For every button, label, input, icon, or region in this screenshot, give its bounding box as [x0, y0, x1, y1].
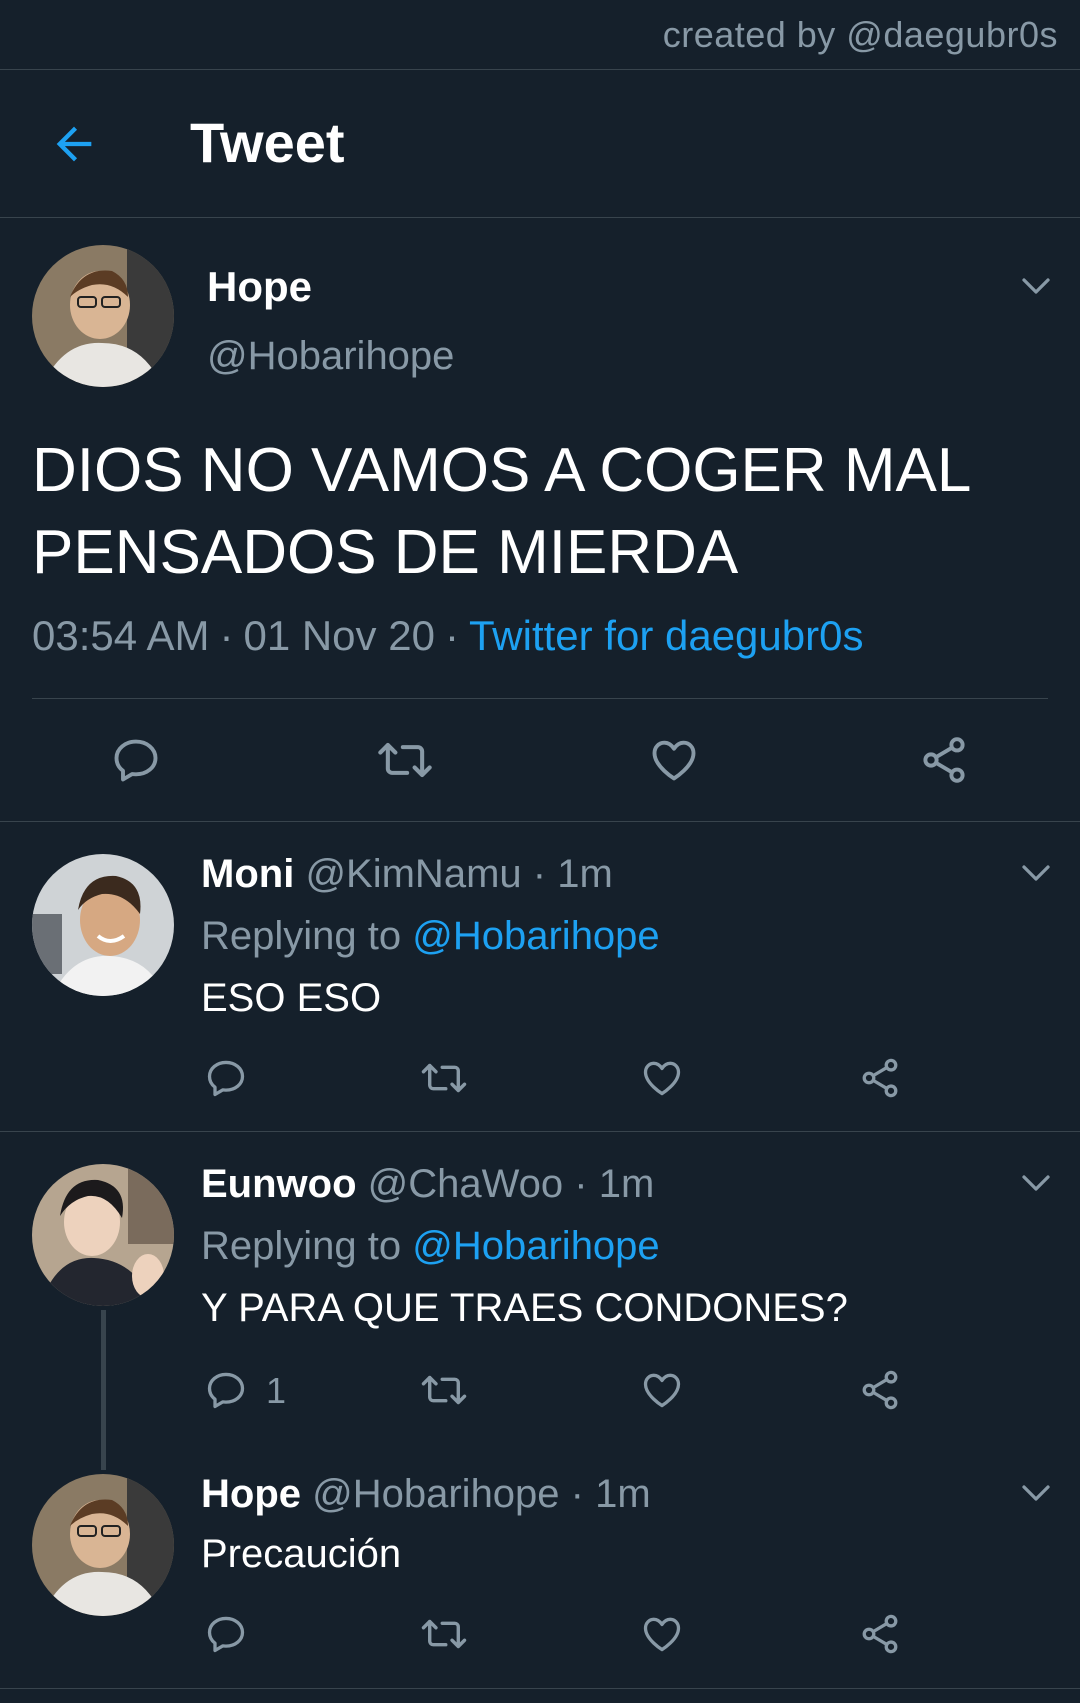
tweet-time: 03:54 AM: [32, 612, 210, 659]
retweet-icon: [378, 742, 432, 778]
chevron-down-icon[interactable]: [1018, 855, 1054, 891]
replying-to-handle[interactable]: @Hobarihope: [412, 1224, 659, 1268]
retweet-button[interactable]: [419, 1056, 469, 1100]
separator: ·: [570, 1472, 584, 1516]
reply-count: 1: [266, 1370, 287, 1411]
reply-author-handle[interactable]: @ChaWoo: [368, 1162, 564, 1206]
retweet-button[interactable]: [419, 1612, 469, 1656]
avatar[interactable]: [32, 245, 174, 387]
reply-button[interactable]: [204, 1368, 248, 1412]
like-button[interactable]: [640, 1368, 684, 1412]
like-icon: [643, 1061, 681, 1096]
retweet-button[interactable]: [419, 1368, 469, 1412]
reply-text: Precaución: [201, 1532, 402, 1576]
share-button[interactable]: [918, 734, 970, 786]
share-button[interactable]: [858, 1056, 902, 1100]
top-divider: [0, 69, 1080, 70]
separator: ·: [574, 1162, 588, 1206]
tweet-meta: 03:54 AM · 01 Nov 20 · Twitter for daegubr0s: [32, 612, 864, 659]
separator: ·: [532, 852, 547, 896]
reply-button[interactable]: [110, 734, 162, 786]
chevron-down-icon[interactable]: [1018, 1165, 1054, 1201]
share-icon: [862, 1614, 898, 1654]
reply-header: Hope @Hobarihope · 1m: [201, 1472, 651, 1517]
share-icon: [923, 737, 965, 783]
like-button[interactable]: [640, 1056, 684, 1100]
reply-author-name[interactable]: Eunwoo: [201, 1162, 357, 1206]
retweet-button[interactable]: [375, 734, 435, 786]
header-divider: [0, 217, 1080, 218]
like-button[interactable]: [648, 734, 700, 786]
share-icon: [862, 1370, 898, 1410]
reply-author-name[interactable]: Hope: [201, 1472, 301, 1516]
reply-icon: [207, 1616, 245, 1653]
reply-header: Moni @KimNamu · 1m: [201, 852, 613, 897]
reply-author-handle[interactable]: @KimNamu: [305, 852, 521, 896]
chevron-down-icon[interactable]: [1018, 268, 1054, 304]
thread-line: [101, 1310, 106, 1470]
like-icon: [643, 1617, 681, 1652]
avatar[interactable]: [32, 1164, 174, 1306]
reply-button[interactable]: [204, 1056, 248, 1100]
avatar[interactable]: [32, 1474, 174, 1616]
reply-button[interactable]: [204, 1612, 248, 1656]
reply-header: Eunwoo @ChaWoo · 1m: [201, 1162, 654, 1207]
tweet-divider: [0, 821, 1080, 822]
reply-text: ESO ESO: [201, 976, 382, 1020]
replying-to-handle[interactable]: @Hobarihope: [412, 914, 659, 958]
chevron-down-icon[interactable]: [1018, 1475, 1054, 1511]
tweet-divider: [0, 1688, 1080, 1689]
share-button[interactable]: [858, 1368, 902, 1412]
author-name[interactable]: Hope: [207, 263, 312, 311]
avatar[interactable]: [32, 854, 174, 996]
reply-icon: [207, 1060, 245, 1097]
retweet-icon: [421, 1063, 467, 1093]
reply-icon: [207, 1372, 245, 1409]
replying-to-label: Replying to: [201, 914, 402, 958]
share-icon: [862, 1058, 898, 1098]
watermark: created by @daegubr0s: [662, 14, 1058, 55]
reply-time: 1m: [595, 1472, 651, 1516]
reply-icon: [114, 739, 158, 782]
back-arrow-icon[interactable]: [48, 118, 100, 170]
like-icon: [643, 1373, 681, 1408]
tweet-date: 01 Nov 20: [243, 612, 435, 659]
replying-to: Replying to @Hobarihope: [201, 1224, 660, 1269]
replying-to-label: Replying to: [201, 1224, 402, 1268]
replying-to: Replying to @Hobarihope: [201, 914, 660, 959]
reply-author-handle[interactable]: @Hobarihope: [312, 1472, 559, 1516]
like-button[interactable]: [640, 1612, 684, 1656]
reply-time: 1m: [598, 1162, 655, 1206]
retweet-icon: [421, 1619, 467, 1649]
reply-author-name[interactable]: Moni: [201, 852, 294, 896]
meta-divider: [32, 698, 1048, 699]
tweet-text: DIOS NO VAMOS A COGER MAL PENSADOS DE MI…: [32, 436, 970, 587]
tweet-source-link[interactable]: Twitter for daegubr0s: [469, 612, 864, 659]
reply-text: Y PARA QUE TRAES CONDONES?: [201, 1286, 848, 1330]
retweet-icon: [421, 1375, 467, 1405]
reply-time: 1m: [557, 852, 613, 896]
page-title: Tweet: [190, 111, 345, 174]
author-handle[interactable]: @Hobarihope: [207, 334, 454, 379]
share-button[interactable]: [858, 1612, 902, 1656]
tweet-divider: [0, 1131, 1080, 1132]
like-icon: [652, 740, 696, 781]
